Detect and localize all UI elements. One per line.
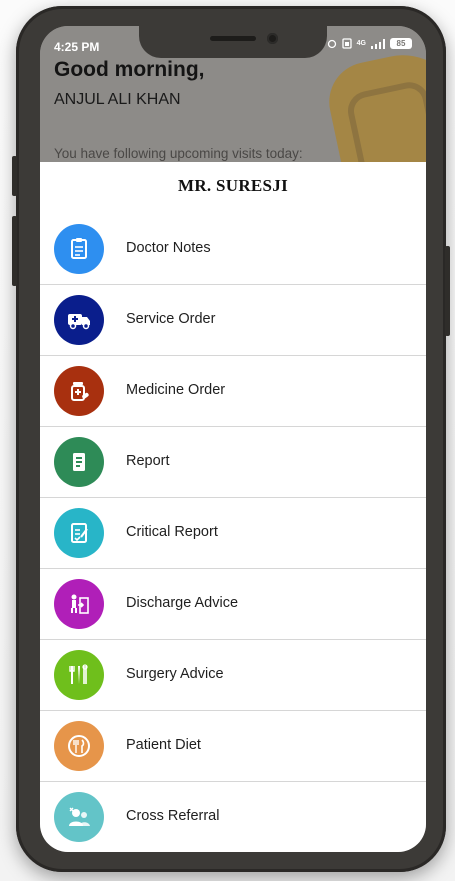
power-button xyxy=(445,246,450,336)
report-icon xyxy=(54,437,104,487)
upcoming-visits-text: You have following upcoming visits today… xyxy=(54,146,303,161)
surgery-tools-icon xyxy=(54,650,104,700)
status-time: 4:25 PM xyxy=(54,40,100,54)
menu-item-medicine-order[interactable]: Medicine Order xyxy=(40,356,426,427)
ambulance-icon xyxy=(54,295,104,345)
menu-item-label: Patient Diet xyxy=(126,737,201,753)
phone-screen: Good morning, ANJUL ALI KHAN You have fo… xyxy=(40,26,426,852)
alarm-icon xyxy=(327,39,336,48)
menu-item-label: Discharge Advice xyxy=(126,595,239,611)
status-icons: 4G 85 xyxy=(327,38,412,49)
mockup-stage: Good morning, ANJUL ALI KHAN You have fo… xyxy=(0,0,455,881)
menu-item-patient-diet[interactable]: Patient Diet xyxy=(40,711,426,782)
sim-icon xyxy=(342,38,352,49)
clipboard-icon xyxy=(54,224,104,274)
greeting-text: Good morning, xyxy=(54,58,205,81)
patient-actions-sheet: MR. SURESJI Doctor Notes Service Order M… xyxy=(40,162,426,852)
menu-item-surgery-advice[interactable]: Surgery Advice xyxy=(40,640,426,711)
menu-item-label: Medicine Order xyxy=(126,382,226,398)
menu-item-service-order[interactable]: Service Order xyxy=(40,285,426,356)
critical-report-icon xyxy=(54,508,104,558)
signal-icon xyxy=(371,38,385,49)
menu-item-cross-referral[interactable]: Cross Referral xyxy=(40,782,426,852)
menu-item-label: Service Order xyxy=(126,311,216,327)
menu-item-doctor-notes[interactable]: Doctor Notes xyxy=(40,214,426,285)
menu-item-report[interactable]: Report xyxy=(40,427,426,498)
network-type: 4G xyxy=(356,40,366,47)
menu-item-label: Report xyxy=(126,453,170,469)
discharge-icon xyxy=(54,579,104,629)
menu-item-label: Doctor Notes xyxy=(126,240,211,256)
actions-list: Doctor Notes Service Order Medicine Orde… xyxy=(40,214,426,852)
menu-item-discharge-advice[interactable]: Discharge Advice xyxy=(40,569,426,640)
volume-down-button xyxy=(12,216,17,286)
user-name: ANJUL ALI KHAN xyxy=(54,91,181,108)
menu-item-label: Surgery Advice xyxy=(126,666,224,682)
medicine-icon xyxy=(54,366,104,416)
battery-icon: 85 xyxy=(390,38,412,49)
menu-item-label: Cross Referral xyxy=(126,808,220,824)
diet-icon xyxy=(54,721,104,771)
sheet-title: MR. SURESJI xyxy=(177,176,289,195)
menu-item-label: Critical Report xyxy=(126,524,218,540)
status-bar: 4:25 PM 4G 85 xyxy=(40,26,426,56)
volume-up-button xyxy=(12,156,17,196)
cross-referral-icon xyxy=(54,792,104,842)
menu-item-critical-report[interactable]: Critical Report xyxy=(40,498,426,569)
